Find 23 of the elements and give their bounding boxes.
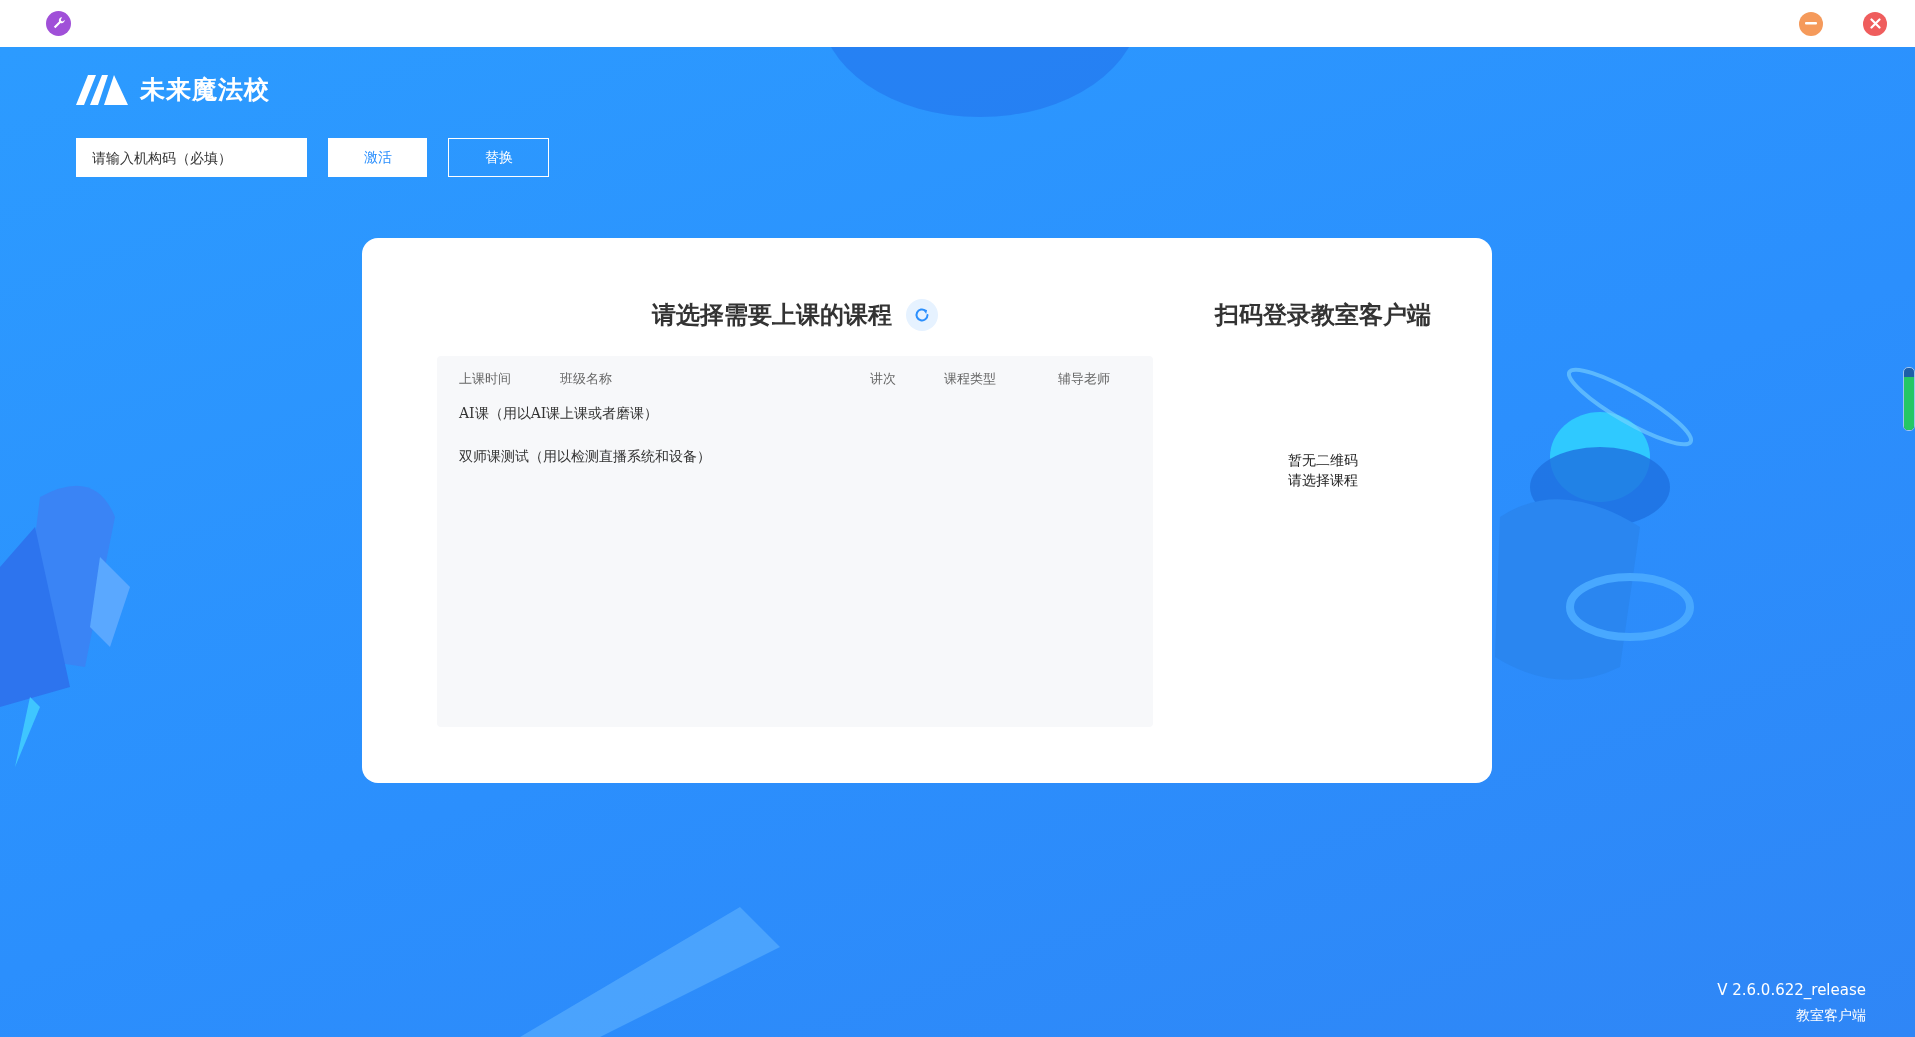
product-name: 教室客户端 xyxy=(1796,1007,1866,1025)
qr-message: 暂无二维码 xyxy=(1287,452,1358,470)
close-button[interactable] xyxy=(1863,11,1887,36)
qr-message: 请选择课程 xyxy=(1287,472,1358,490)
qr-title: 扫码登录教室客户端 xyxy=(1214,300,1431,331)
column-header: 讲次 xyxy=(870,370,897,388)
panel-title: 请选择需要上课的课程 xyxy=(652,300,892,331)
course-item[interactable]: AI课（用以AI课上课或者磨课） xyxy=(459,404,659,423)
column-header: 上课时间 xyxy=(459,370,512,388)
column-header: 课程类型 xyxy=(944,370,997,388)
close-icon xyxy=(1869,18,1881,29)
wrench-icon[interactable] xyxy=(46,11,71,36)
logo-icon xyxy=(76,74,128,105)
refresh-button[interactable] xyxy=(906,299,938,331)
column-header: 辅导老师 xyxy=(1058,370,1111,388)
brand-name: 未来魔法校 xyxy=(140,74,270,106)
refresh-icon xyxy=(913,306,931,324)
minimize-button[interactable] xyxy=(1799,11,1823,36)
course-item[interactable]: 双师课测试（用以检测直播系统和设备） xyxy=(459,447,711,466)
version-text: V 2.6.0.622_release xyxy=(1717,981,1866,999)
institution-code-field[interactable]: 请输入机构码（必填） xyxy=(76,138,307,177)
minus-icon xyxy=(1805,22,1817,25)
column-header: 班级名称 xyxy=(560,370,613,388)
